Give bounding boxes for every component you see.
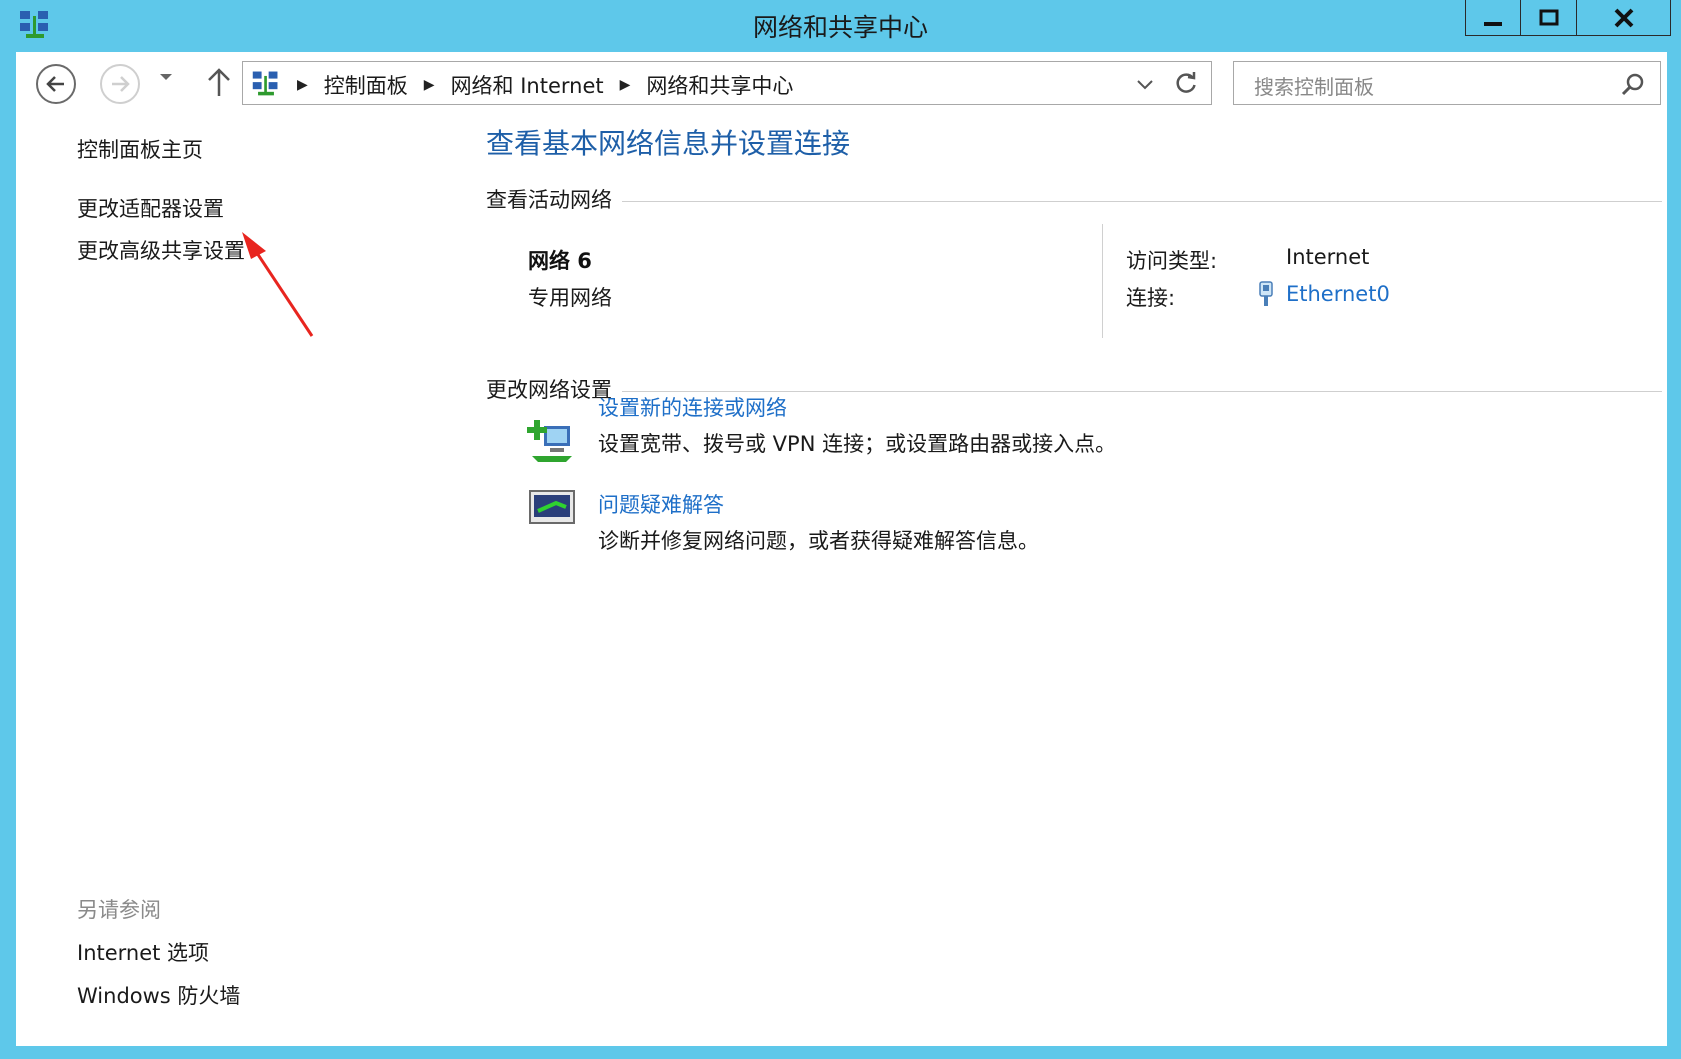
network-center-icon (252, 71, 278, 96)
back-arrow-icon (46, 76, 64, 92)
up-arrow-icon[interactable] (204, 66, 234, 100)
breadcrumb-control-panel[interactable]: 控制面板 (324, 70, 408, 100)
breadcrumb-network-internet[interactable]: 网络和 Internet (451, 70, 604, 100)
navigation-bar: ▶ 控制面板 ▶ 网络和 Internet ▶ 网络和共享中心 搜索控制面板 (16, 52, 1667, 112)
minimize-icon (1484, 21, 1502, 26)
minimize-button[interactable] (1465, 0, 1521, 36)
recent-locations-chevron-down-icon[interactable] (158, 70, 174, 84)
address-chevron-down-icon[interactable] (1135, 74, 1155, 94)
troubleshoot-icon (529, 490, 575, 524)
setup-new-connection-link[interactable]: 设置新的连接或网络 (598, 392, 787, 422)
search-box[interactable]: 搜索控制面板 (1233, 61, 1661, 105)
main-panel: 查看基本网络信息并设置连接 查看活动网络 网络 6 专用网络 访问类型: Int… (486, 112, 1667, 1046)
breadcrumb-network-sharing-center[interactable]: 网络和共享中心 (646, 70, 793, 100)
close-icon (1614, 8, 1633, 27)
access-type-value: Internet (1286, 245, 1370, 269)
ethernet-connection-link[interactable]: Ethernet0 (1286, 282, 1390, 306)
vertical-divider (1102, 224, 1103, 338)
connection-label: 连接: (1126, 286, 1176, 310)
setup-new-connection-description: 设置宽带、拨号或 VPN 连接；或设置路由器或接入点。 (598, 432, 1117, 456)
sidebar-item-control-panel-home[interactable]: 控制面板主页 (77, 134, 203, 164)
network-name: 网络 6 (528, 249, 592, 273)
forward-button[interactable] (100, 64, 140, 104)
search-input[interactable]: 搜索控制面板 (1254, 71, 1374, 100)
forward-arrow-icon (112, 76, 130, 92)
title-bar: 网络和共享中心 (0, 0, 1681, 52)
maximize-icon (1539, 9, 1558, 25)
search-icon[interactable] (1620, 72, 1646, 98)
section-divider (486, 201, 1662, 202)
network-type: 专用网络 (528, 286, 612, 310)
new-connection-icon (527, 420, 572, 462)
breadcrumb-separator-icon[interactable]: ▶ (620, 77, 631, 93)
refresh-icon[interactable] (1173, 70, 1199, 96)
breadcrumb-separator-icon[interactable]: ▶ (297, 77, 308, 93)
access-type-label: 访问类型: (1126, 249, 1218, 273)
sidebar-item-change-advanced-sharing[interactable]: 更改高级共享设置 (77, 235, 245, 265)
see-also-title: 另请参阅 (77, 898, 161, 922)
see-also-internet-options[interactable]: Internet 选项 (77, 937, 209, 967)
back-button[interactable] (36, 64, 76, 104)
address-bar[interactable]: ▶ 控制面板 ▶ 网络和 Internet ▶ 网络和共享中心 (242, 61, 1212, 105)
see-also-windows-firewall[interactable]: Windows 防火墙 (77, 980, 240, 1010)
sidebar: 控制面板主页 更改适配器设置 更改高级共享设置 另请参阅 Internet 选项… (16, 112, 436, 1046)
breadcrumb: ▶ 控制面板 ▶ 网络和 Internet ▶ 网络和共享中心 (297, 70, 793, 100)
page-title: 查看基本网络信息并设置连接 (486, 127, 851, 160)
maximize-button[interactable] (1521, 0, 1577, 36)
sidebar-item-change-adapter-settings[interactable]: 更改适配器设置 (77, 193, 224, 223)
troubleshoot-link[interactable]: 问题疑难解答 (598, 489, 724, 519)
troubleshoot-description: 诊断并修复网络问题，或者获得疑难解答信息。 (598, 529, 1039, 553)
ethernet-icon (1259, 281, 1273, 306)
content-area: 控制面板主页 更改适配器设置 更改高级共享设置 另请参阅 Internet 选项… (16, 112, 1667, 1046)
window-title: 网络和共享中心 (752, 13, 928, 42)
active-networks-title: 查看活动网络 (486, 184, 622, 214)
breadcrumb-separator-icon[interactable]: ▶ (424, 77, 435, 93)
close-button[interactable] (1577, 0, 1671, 36)
